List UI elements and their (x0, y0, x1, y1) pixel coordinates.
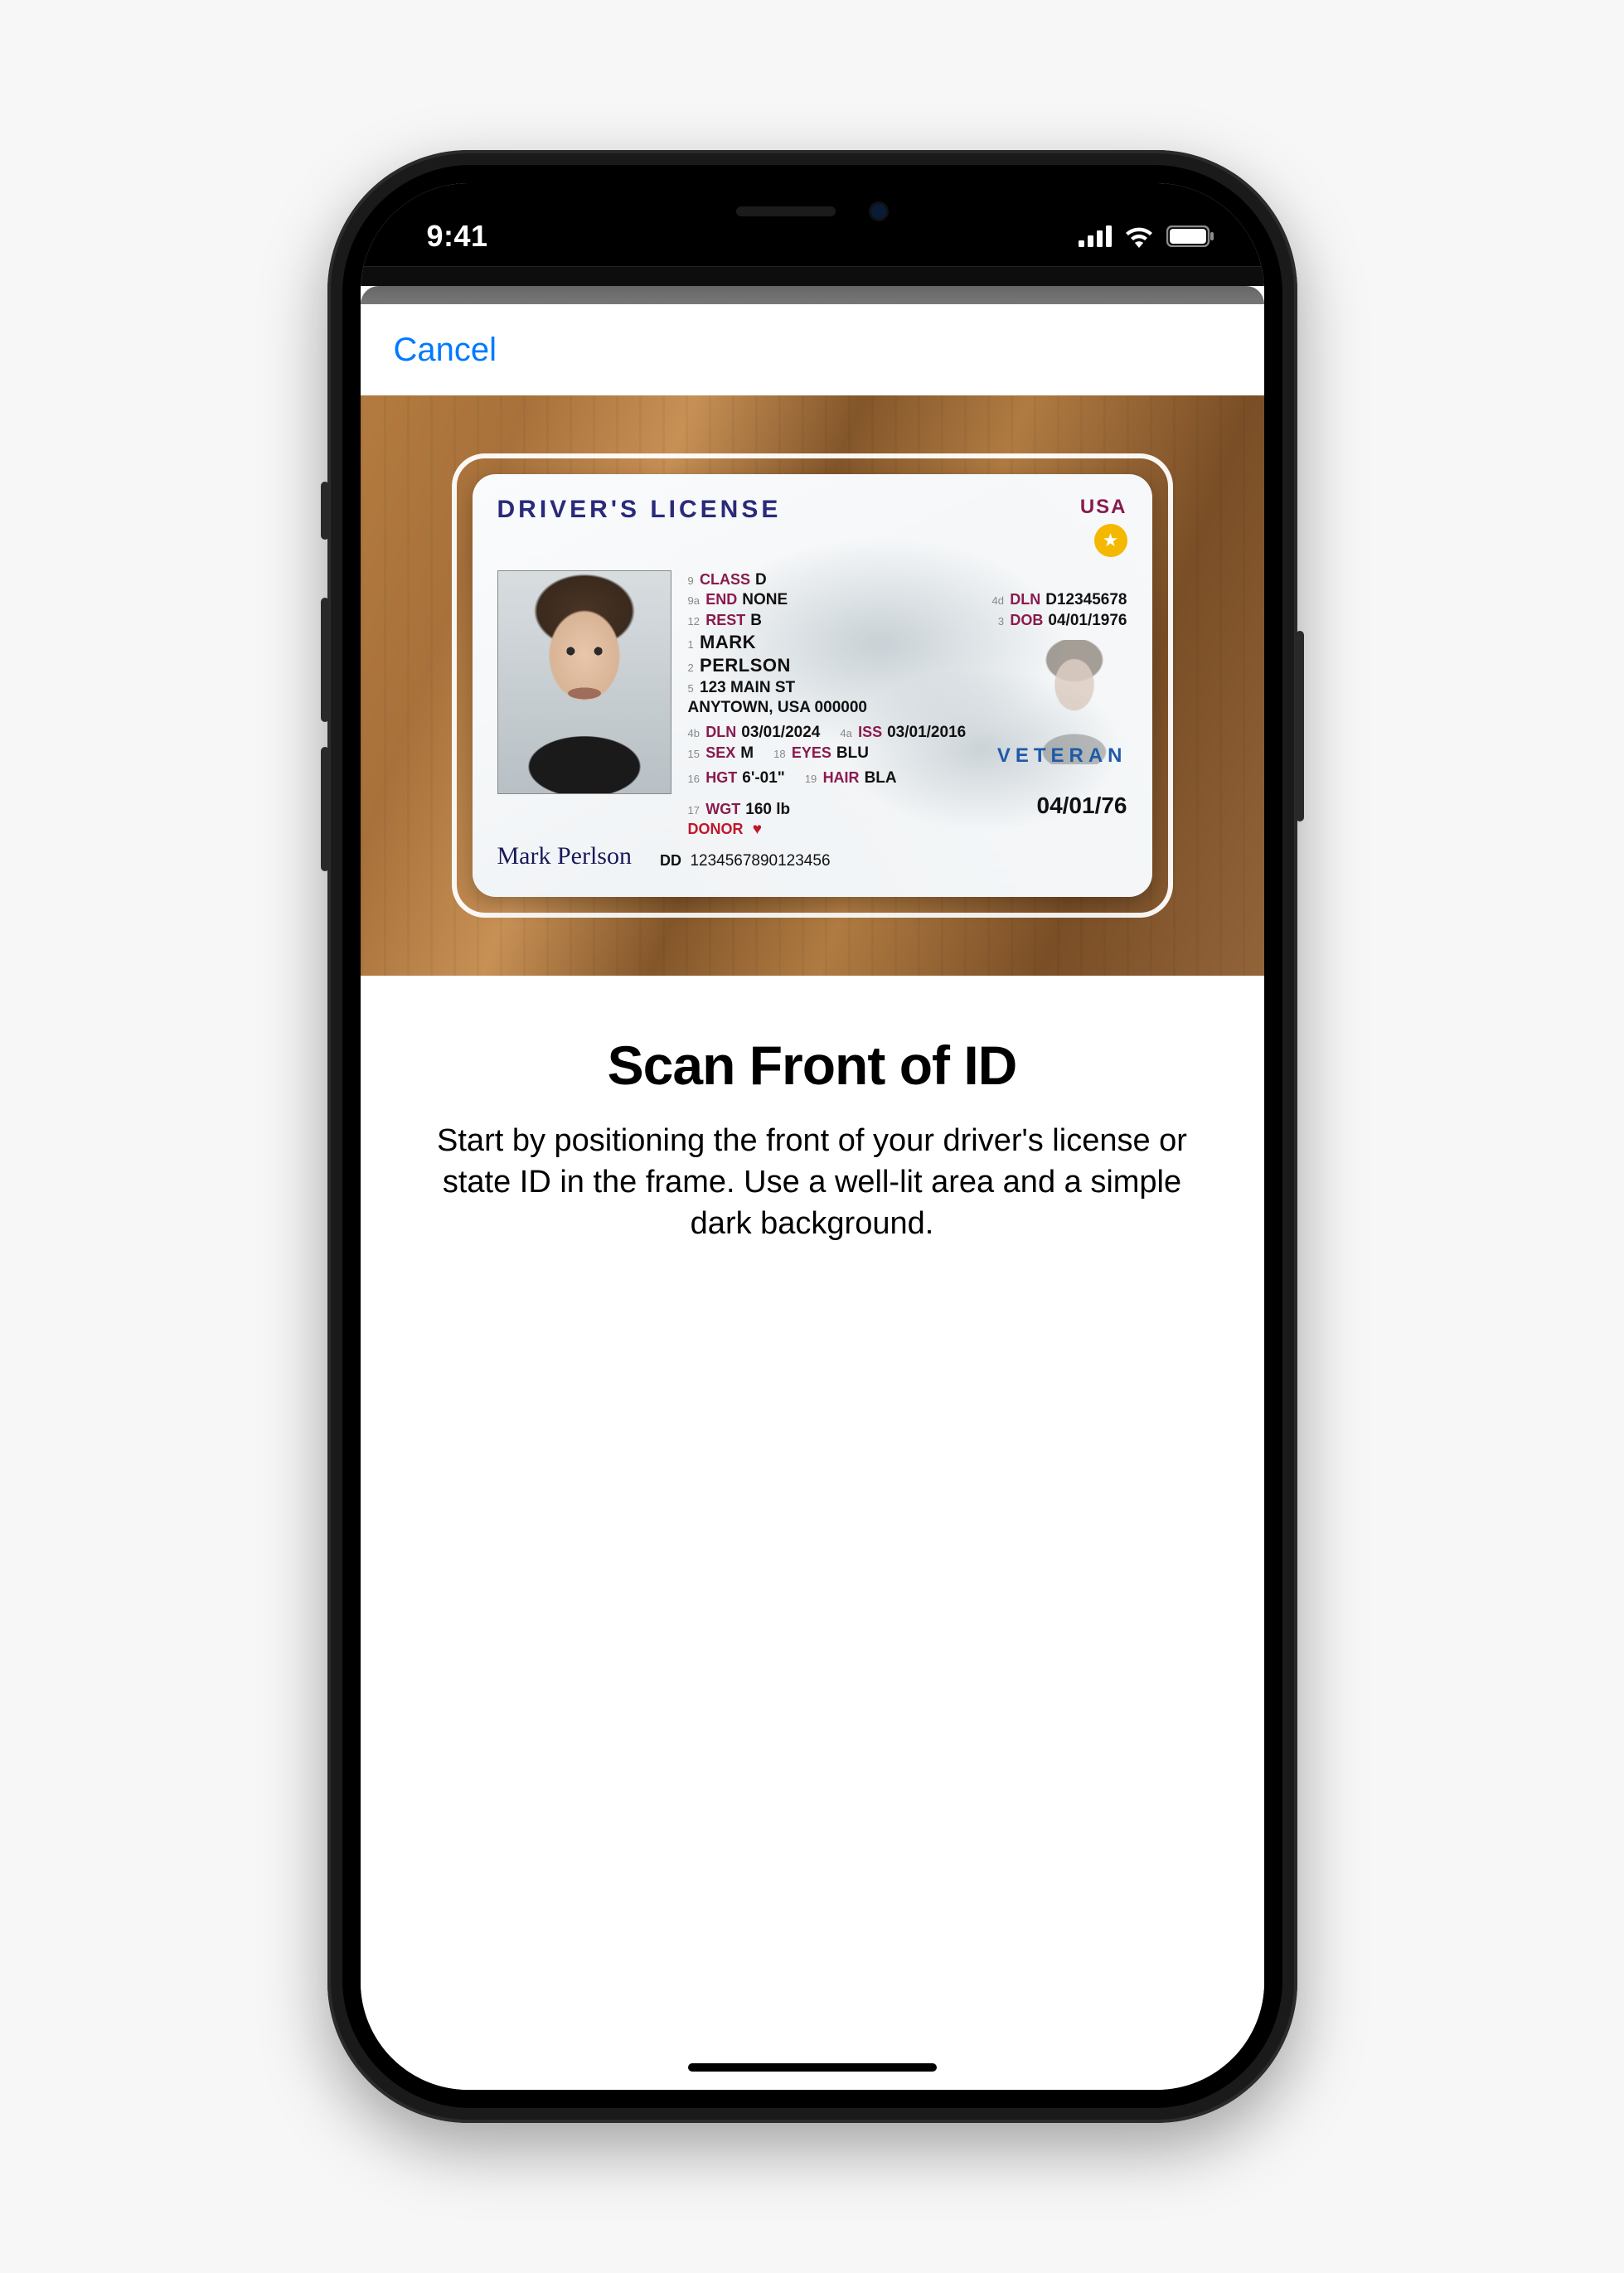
phone-frame: 9:41 (327, 150, 1297, 2123)
id-fields: 9 CLASSD 9a ENDNONE 4d DLND12345678 12 R… (688, 570, 1127, 841)
id-dd-number: 1234567890123456 (690, 852, 830, 870)
id-title: DRIVER'S LICENSE (497, 496, 782, 524)
nav-bar: Cancel (361, 304, 1264, 395)
scan-frame: DRIVER'S LICENSE USA ★ 9 (452, 453, 1173, 918)
instructions-body: Start by positioning the front of your d… (427, 1120, 1198, 1244)
front-camera (869, 201, 889, 221)
id-country: USA (1080, 496, 1127, 519)
status-time: 9:41 (427, 219, 488, 254)
notch (634, 183, 991, 240)
speaker-grille (736, 206, 836, 216)
screen: 9:41 (361, 183, 1264, 2090)
camera-viewport[interactable]: DRIVER'S LICENSE USA ★ 9 (361, 395, 1264, 976)
cellular-icon (1079, 225, 1112, 247)
volume-up-button[interactable] (321, 598, 329, 722)
home-indicator[interactable] (688, 2063, 937, 2072)
id-signature: Mark Perlson (497, 842, 632, 870)
id-card: DRIVER'S LICENSE USA ★ 9 (473, 474, 1152, 897)
real-id-star-icon: ★ (1094, 524, 1127, 557)
power-button[interactable] (1296, 631, 1304, 821)
id-veteran-badge: VETERAN (997, 744, 1127, 769)
volume-down-button[interactable] (321, 747, 329, 871)
instructions: Scan Front of ID Start by positioning th… (361, 976, 1264, 2090)
cancel-button[interactable]: Cancel (394, 332, 497, 369)
silence-switch[interactable] (321, 482, 329, 540)
id-dob-large: 04/01/76 (1037, 791, 1127, 821)
wifi-icon (1123, 225, 1155, 248)
battery-icon (1166, 225, 1214, 247)
instructions-title: Scan Front of ID (427, 1034, 1198, 1097)
id-photo (497, 570, 671, 794)
phone-bezel: 9:41 (342, 165, 1282, 2108)
sheet-backdrop (361, 266, 1264, 286)
